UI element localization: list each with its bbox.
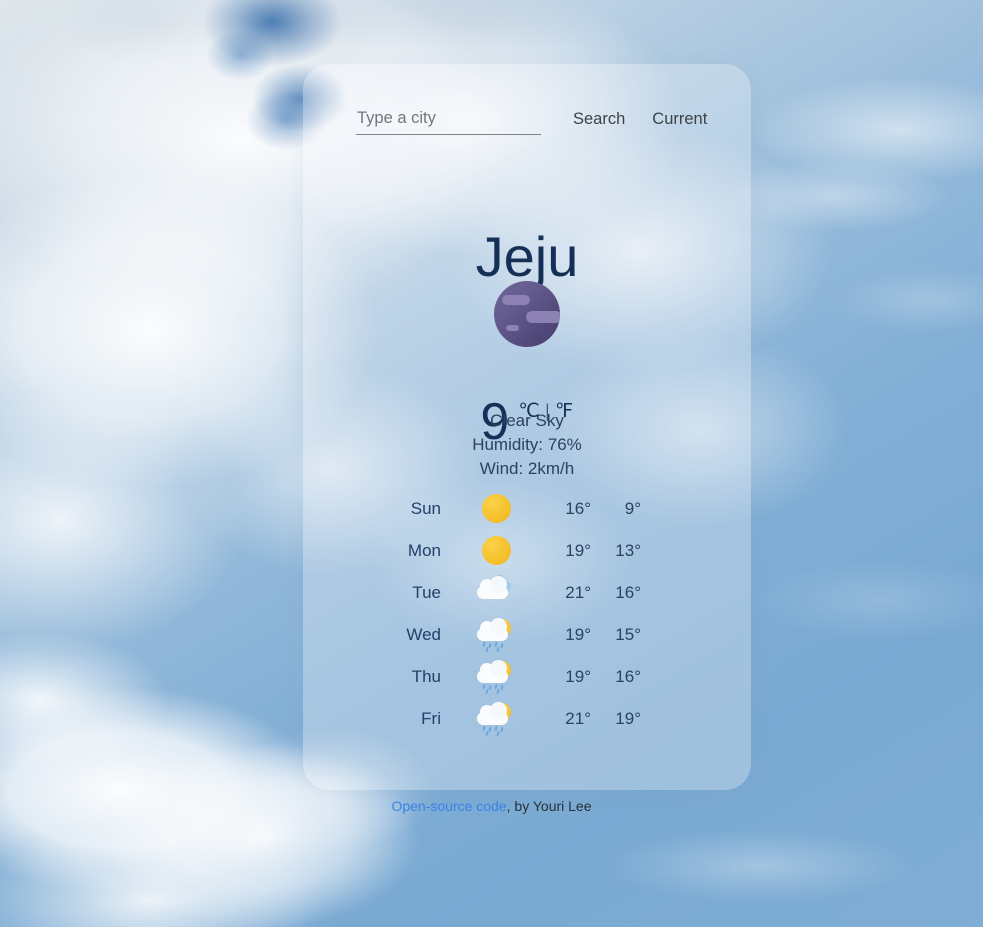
current-conditions: Clear Sky Humidity: 76% Wind: 2km/h <box>303 409 751 481</box>
forecast-temps: 21° 19° <box>547 708 657 730</box>
humidity-text: Humidity: 76% <box>472 435 582 454</box>
forecast-high: 21° <box>565 583 591 602</box>
cloud-icon <box>472 575 516 610</box>
forecast-day: Wed <box>406 625 441 644</box>
forecast-day: Mon <box>407 541 441 560</box>
forecast-low: 15° <box>615 625 641 644</box>
forecast-low: 16° <box>615 583 641 602</box>
cloud-front <box>477 618 508 641</box>
forecast-day: Tue <box>412 583 441 602</box>
forecast-row: Wed 19° 15° <box>303 614 751 656</box>
forecast-row: Fri 21° 19° <box>303 698 751 740</box>
sun-icon <box>472 492 516 526</box>
forecast-icon <box>441 701 547 737</box>
sun-disc <box>482 494 511 523</box>
forecast-row: Mon 19° 13° <box>303 530 751 572</box>
forecast-row: Thu 19° 16° <box>303 656 751 698</box>
forecast-row: Tue 21° 16° <box>303 572 751 614</box>
sun-icon <box>472 534 516 568</box>
forecast-high: 16° <box>565 499 591 518</box>
forecast-temps: 16° 9° <box>547 498 657 520</box>
cloud-front <box>477 576 508 599</box>
forecast-icon <box>441 659 547 695</box>
forecast-low: 16° <box>615 667 641 686</box>
sun-cloud-rain-icon <box>472 702 516 737</box>
raindrops <box>481 725 507 737</box>
search-header: Search Current <box>356 108 716 135</box>
raindrops <box>481 641 507 653</box>
current-weather-icon-wrap <box>303 249 751 379</box>
forecast-high: 19° <box>565 541 591 560</box>
forecast-row: Sun 16° 9° <box>303 488 751 530</box>
moon-streak <box>506 325 519 331</box>
forecast-list: Sun 16° 9° Mon 19° 13° Tue 21° 16° Wed 19° 15° Thu 19… <box>303 488 751 740</box>
moon-streak <box>502 295 530 305</box>
forecast-temps: 19° 15° <box>547 624 657 646</box>
wind-text: Wind: 2km/h <box>479 459 575 478</box>
forecast-high: 19° <box>565 625 591 644</box>
open-source-link[interactable]: Open-source code <box>391 798 506 814</box>
moon-streak <box>526 311 560 323</box>
forecast-icon <box>441 491 547 527</box>
cloud-front <box>477 660 508 683</box>
forecast-day: Sun <box>410 499 441 518</box>
forecast-icon <box>441 575 547 611</box>
sun-cloud-rain-icon <box>472 660 516 695</box>
forecast-low: 19° <box>615 709 641 728</box>
forecast-temps: 19° 16° <box>547 666 657 688</box>
forecast-icon <box>441 617 547 653</box>
forecast-low: 9° <box>624 499 641 518</box>
current-location-button[interactable]: Current <box>652 109 707 135</box>
moon-clear-night-icon <box>494 281 560 347</box>
forecast-temps: 19° 13° <box>547 540 657 562</box>
forecast-temps: 21° 16° <box>547 582 657 604</box>
sun-disc <box>482 536 511 565</box>
forecast-day: Thu <box>411 667 441 686</box>
cloud-front <box>477 702 508 725</box>
search-button[interactable]: Search <box>573 109 625 135</box>
weather-card: Search Current Jeju 9 ℃ | ℉ Clear Sky Hu… <box>303 64 751 790</box>
forecast-high: 19° <box>565 667 591 686</box>
forecast-icon <box>441 533 547 569</box>
sun-cloud-rain-icon <box>472 618 516 653</box>
condition-text: Clear Sky <box>490 411 564 430</box>
raindrops <box>481 683 507 695</box>
footer-author: , by Youri Lee <box>506 798 592 814</box>
forecast-low: 13° <box>615 541 641 560</box>
city-search-input[interactable] <box>356 108 541 135</box>
footer: Open-source code, by Youri Lee <box>0 796 983 816</box>
forecast-day: Fri <box>421 709 441 728</box>
forecast-high: 21° <box>565 709 591 728</box>
